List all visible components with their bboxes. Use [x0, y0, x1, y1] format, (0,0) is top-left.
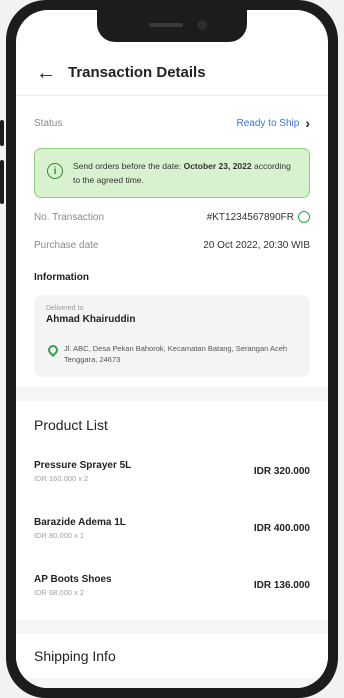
- product-price: IDR 400.000: [253, 523, 310, 534]
- info-icon: i: [47, 163, 63, 179]
- product-detail: IDR 160.000 x 2: [34, 474, 89, 483]
- back-arrow-icon[interactable]: ←: [36, 63, 62, 83]
- recipient-name: Ahmad Khairuddin: [46, 314, 136, 325]
- product-detail: IDR 80.000 x 1: [34, 531, 85, 540]
- screen: ← Transaction Details Status Ready to Sh…: [16, 10, 328, 688]
- delivered-to-label: Delivered to: [46, 305, 84, 312]
- status-label: Status: [34, 117, 63, 129]
- side-button: [0, 160, 4, 204]
- shipping-info-title: Shipping Info: [34, 648, 116, 664]
- purchase-date-label: Purchase date: [34, 239, 99, 251]
- camera: [197, 20, 207, 30]
- transaction-number-value: #KT1234567890FR: [206, 211, 294, 223]
- product-detail: IDR 68.000 x 2: [34, 588, 85, 597]
- status-value[interactable]: Ready to Ship: [237, 118, 300, 129]
- purchase-date-row: Purchase date 20 Oct 2022, 20:30 WIB: [34, 236, 310, 254]
- transaction-number-row: No. Transaction #KT1234567890FR: [34, 208, 310, 226]
- product-name: AP Boots Shoes: [34, 574, 112, 585]
- purchase-date-value: 20 Oct 2022, 20:30 WIB: [203, 239, 310, 251]
- product-list-title: Product List: [34, 417, 108, 433]
- product-list-card: Product List Pressure Sprayer 5L IDR 160…: [16, 401, 328, 620]
- notch: [97, 10, 247, 42]
- status-row[interactable]: Status Ready to Ship ›: [34, 108, 310, 138]
- speaker: [149, 23, 183, 27]
- product-name: Pressure Sprayer 5L: [34, 460, 132, 471]
- location-pin-icon: [45, 342, 61, 358]
- app-header: ← Transaction Details: [16, 50, 328, 96]
- product-item[interactable]: AP Boots Shoes IDR 68.000 x 2 IDR 136.00…: [34, 557, 310, 614]
- deadline-alert: i Send orders before the date: October 2…: [34, 148, 310, 198]
- transaction-number-label: No. Transaction: [34, 211, 105, 223]
- page-title: Transaction Details: [68, 64, 206, 81]
- product-price: IDR 136.000: [253, 580, 310, 591]
- chevron-right-icon[interactable]: ›: [305, 115, 310, 131]
- phone-frame: ← Transaction Details Status Ready to Sh…: [6, 0, 338, 698]
- copy-icon[interactable]: [298, 211, 310, 223]
- product-price: IDR 320.000: [253, 466, 310, 477]
- product-item[interactable]: Barazide Adema 1L IDR 80.000 x 1 IDR 400…: [34, 500, 310, 557]
- alert-text: Send orders before the date: October 23,…: [73, 161, 291, 185]
- shipping-info-card[interactable]: Shipping Info: [16, 634, 328, 678]
- product-item[interactable]: Pressure Sprayer 5L IDR 160.000 x 2 IDR …: [34, 443, 310, 500]
- address-text: Jl. ABC, Desa Pekan Bahorok, Kecamatan B…: [64, 344, 288, 364]
- content: Status Ready to Ship › i Send orders bef…: [16, 96, 328, 688]
- address-card: Delivered to Ahmad Khairuddin Jl. ABC, D…: [34, 295, 310, 377]
- information-heading: Information: [34, 272, 89, 283]
- side-button: [0, 120, 4, 146]
- product-name: Barazide Adema 1L: [34, 517, 126, 528]
- transaction-card: Status Ready to Ship › i Send orders bef…: [16, 96, 328, 387]
